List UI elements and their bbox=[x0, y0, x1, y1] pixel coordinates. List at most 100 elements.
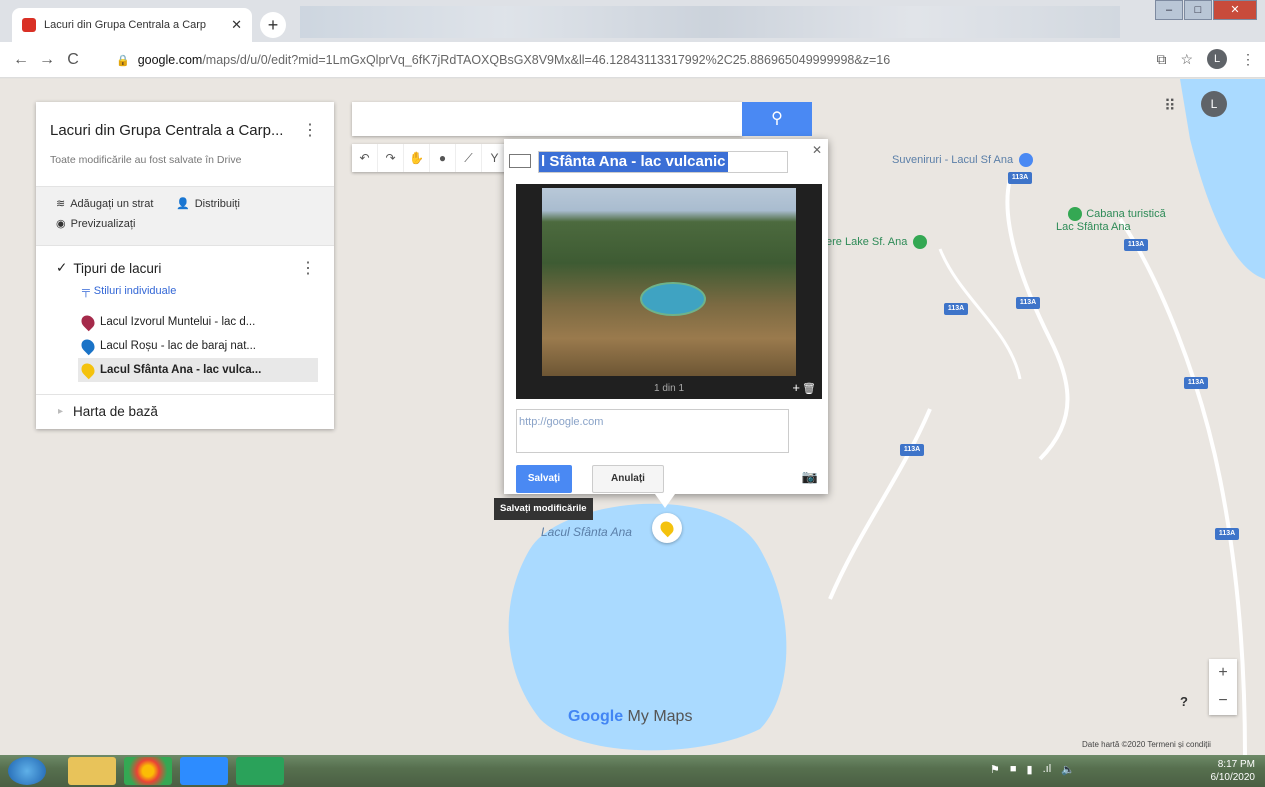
trash-icon[interactable]: 🗑 bbox=[802, 382, 816, 395]
cancel-button[interactable]: Anulați bbox=[592, 465, 664, 493]
menu-kebab-icon[interactable]: ⋮ bbox=[1241, 51, 1255, 68]
browser-tab[interactable]: Lacuri din Grupa Centrala a Carp ✕ bbox=[12, 8, 252, 42]
title-input[interactable]: l Sfânta Ana - lac vulcanic bbox=[509, 151, 788, 173]
signal-icon[interactable]: .ıl bbox=[1043, 763, 1052, 776]
preview-button[interactable]: ◉ Previzualizați bbox=[56, 217, 136, 231]
base-map-label: Harta de bază bbox=[73, 404, 158, 419]
back-icon[interactable]: ← bbox=[8, 51, 34, 69]
window-close-button[interactable]: ✕ bbox=[1213, 0, 1257, 20]
forward-icon[interactable]: → bbox=[34, 51, 60, 69]
search-input[interactable] bbox=[352, 102, 742, 136]
lake-poi-icon bbox=[913, 235, 928, 249]
zoom-out-button[interactable]: − bbox=[1209, 687, 1237, 715]
chrome-icon[interactable] bbox=[124, 757, 172, 785]
drawing-toolbar: ↶ ↷ ✋ ● ⟋ Y bbox=[352, 144, 508, 172]
styles-link-label: Stiluri individuale bbox=[93, 285, 177, 297]
volume-icon[interactable]: 🔈 bbox=[1061, 763, 1075, 776]
edge-icon[interactable] bbox=[236, 757, 284, 785]
window-controls: – □ ✕ bbox=[1154, 0, 1257, 20]
draw-line-icon[interactable]: ⟋ bbox=[456, 144, 482, 172]
new-tab-button[interactable]: + bbox=[260, 12, 286, 38]
poi-cabana[interactable]: Cabana turistică Lac Sfânta Ana bbox=[1056, 195, 1166, 245]
maximize-button[interactable]: □ bbox=[1184, 0, 1212, 20]
share-button[interactable]: 👤 Distribuiți bbox=[176, 197, 240, 211]
browser-tab-bar: Lacuri din Grupa Centrala a Carp ✕ + – □… bbox=[0, 0, 1265, 42]
cabana-icon bbox=[1068, 207, 1083, 221]
tab-title: Lacuri din Grupa Centrala a Carp bbox=[44, 19, 207, 31]
save-button[interactable]: Salvați bbox=[516, 465, 572, 493]
start-button[interactable] bbox=[8, 757, 46, 785]
lake-photo bbox=[542, 188, 796, 376]
panel-menu-icon[interactable]: ⋮ bbox=[302, 120, 318, 140]
place-item-selected[interactable]: Lacul Sfânta Ana - lac vulca... bbox=[78, 358, 318, 382]
translate-icon[interactable]: ⧉ bbox=[1156, 51, 1166, 68]
add-layer-button[interactable]: ≋ Adăugați un strat bbox=[56, 197, 154, 211]
undo-icon[interactable]: ↶ bbox=[352, 144, 378, 172]
layer-header[interactable]: ✓ Tipuri de lacuri bbox=[56, 260, 161, 276]
photo-counter: 1 din 1 bbox=[653, 383, 685, 394]
place-marker-icon bbox=[78, 312, 98, 332]
layer-menu-icon[interactable]: ⋮ bbox=[300, 258, 316, 278]
divider bbox=[36, 394, 334, 395]
road-number-badge: 113A bbox=[1215, 528, 1239, 540]
os-taskbar: ⚑ ■ ▮ .ıl 🔈 8:17 PM 6/10/2020 bbox=[0, 755, 1265, 787]
google-logo-text: Google bbox=[568, 708, 624, 725]
user-avatar[interactable]: L bbox=[1201, 91, 1227, 117]
poi-lake[interactable]: ere Lake Sf. Ana bbox=[826, 235, 928, 249]
eye-icon: ◉ bbox=[56, 218, 66, 230]
redo-icon[interactable]: ↷ bbox=[378, 144, 404, 172]
place-item[interactable]: Lacul Roșu - lac de baraj nat... bbox=[78, 334, 318, 358]
save-tooltip: Salvați modificările bbox=[494, 498, 593, 520]
google-mymaps-logo: Google My Maps bbox=[568, 708, 692, 726]
clock[interactable]: 8:17 PM 6/10/2020 bbox=[1211, 758, 1256, 784]
road-number-badge: 113A bbox=[944, 303, 968, 315]
zoom-app-icon[interactable] bbox=[180, 757, 228, 785]
description-field[interactable]: http://google.com bbox=[516, 409, 789, 453]
road-number-badge: 113A bbox=[900, 444, 924, 456]
tab-close-icon[interactable]: ✕ bbox=[231, 17, 242, 33]
base-map-toggle[interactable]: ▸ Harta de bază bbox=[58, 404, 158, 419]
panel-actions: ≋ Adăugați un strat 👤 Distribuiți ◉ Prev… bbox=[36, 186, 334, 246]
preview-label: Previzualizați bbox=[70, 217, 136, 230]
place-edit-popup: ✕ l Sfânta Ana - lac vulcanic 1 din 1 + … bbox=[504, 139, 828, 494]
bookmark-star-icon[interactable]: ☆ bbox=[1180, 51, 1193, 68]
profile-avatar[interactable]: L bbox=[1207, 49, 1227, 69]
place-label: Lacul Sfânta Ana - lac vulca... bbox=[100, 364, 262, 376]
mymaps-favicon-icon bbox=[22, 18, 36, 32]
map-legend-panel: Lacuri din Grupa Centrala a Carp... ⋮ To… bbox=[36, 102, 334, 429]
mymaps-logo-text: My Maps bbox=[623, 708, 693, 725]
apps-grid-icon[interactable]: ⠿ bbox=[1164, 96, 1176, 116]
add-layer-label: Adăugați un strat bbox=[70, 197, 154, 210]
road-number-badge: 113A bbox=[1184, 377, 1208, 389]
popup-close-icon[interactable]: ✕ bbox=[812, 143, 822, 157]
camera-icon[interactable]: 📷 bbox=[802, 469, 818, 485]
checkbox-checked-icon[interactable]: ✓ bbox=[56, 260, 67, 276]
search-button[interactable]: ⚲ bbox=[742, 102, 812, 136]
help-button[interactable]: ? bbox=[1180, 694, 1188, 709]
place-item[interactable]: Lacul Izvorul Muntelui - lac d... bbox=[78, 310, 318, 334]
reload-icon[interactable]: C bbox=[60, 51, 86, 69]
add-photo-icon[interactable]: + bbox=[792, 380, 800, 395]
keyboard-icon[interactable] bbox=[509, 154, 531, 168]
share-label: Distribuiți bbox=[194, 197, 240, 210]
styles-link[interactable]: ╤ Stiluri individuale bbox=[82, 285, 176, 297]
marker-tool-icon[interactable]: ● bbox=[430, 144, 456, 172]
map-title[interactable]: Lacuri din Grupa Centrala a Carp... bbox=[50, 122, 283, 139]
antivirus-icon[interactable]: ■ bbox=[1010, 763, 1017, 776]
selected-marker[interactable] bbox=[652, 513, 682, 543]
flag-icon[interactable]: ⚑ bbox=[990, 763, 1000, 776]
hand-icon[interactable]: ✋ bbox=[404, 144, 430, 172]
place-marker-icon bbox=[78, 360, 98, 380]
layer-name: Tipuri de lacuri bbox=[73, 260, 162, 276]
clock-date: 6/10/2020 bbox=[1210, 772, 1256, 783]
poi-souvenirs[interactable]: Suveniruri - Lacul Sf Ana bbox=[892, 153, 1034, 167]
map-attribution[interactable]: Date hartă ©2020 Termeni și condiții bbox=[1082, 740, 1211, 749]
zoom-in-button[interactable]: + bbox=[1209, 659, 1237, 687]
address-bar[interactable]: 🔒 google.com/maps/d/u/0/edit?mid=1LmGxQl… bbox=[116, 48, 1116, 72]
network-icon[interactable]: ▮ bbox=[1027, 763, 1033, 776]
shopping-icon bbox=[1019, 153, 1034, 167]
file-explorer-icon[interactable] bbox=[68, 757, 116, 785]
background-thumbnails bbox=[300, 6, 1120, 38]
photo-lake bbox=[640, 282, 706, 316]
minimize-button[interactable]: – bbox=[1155, 0, 1183, 20]
